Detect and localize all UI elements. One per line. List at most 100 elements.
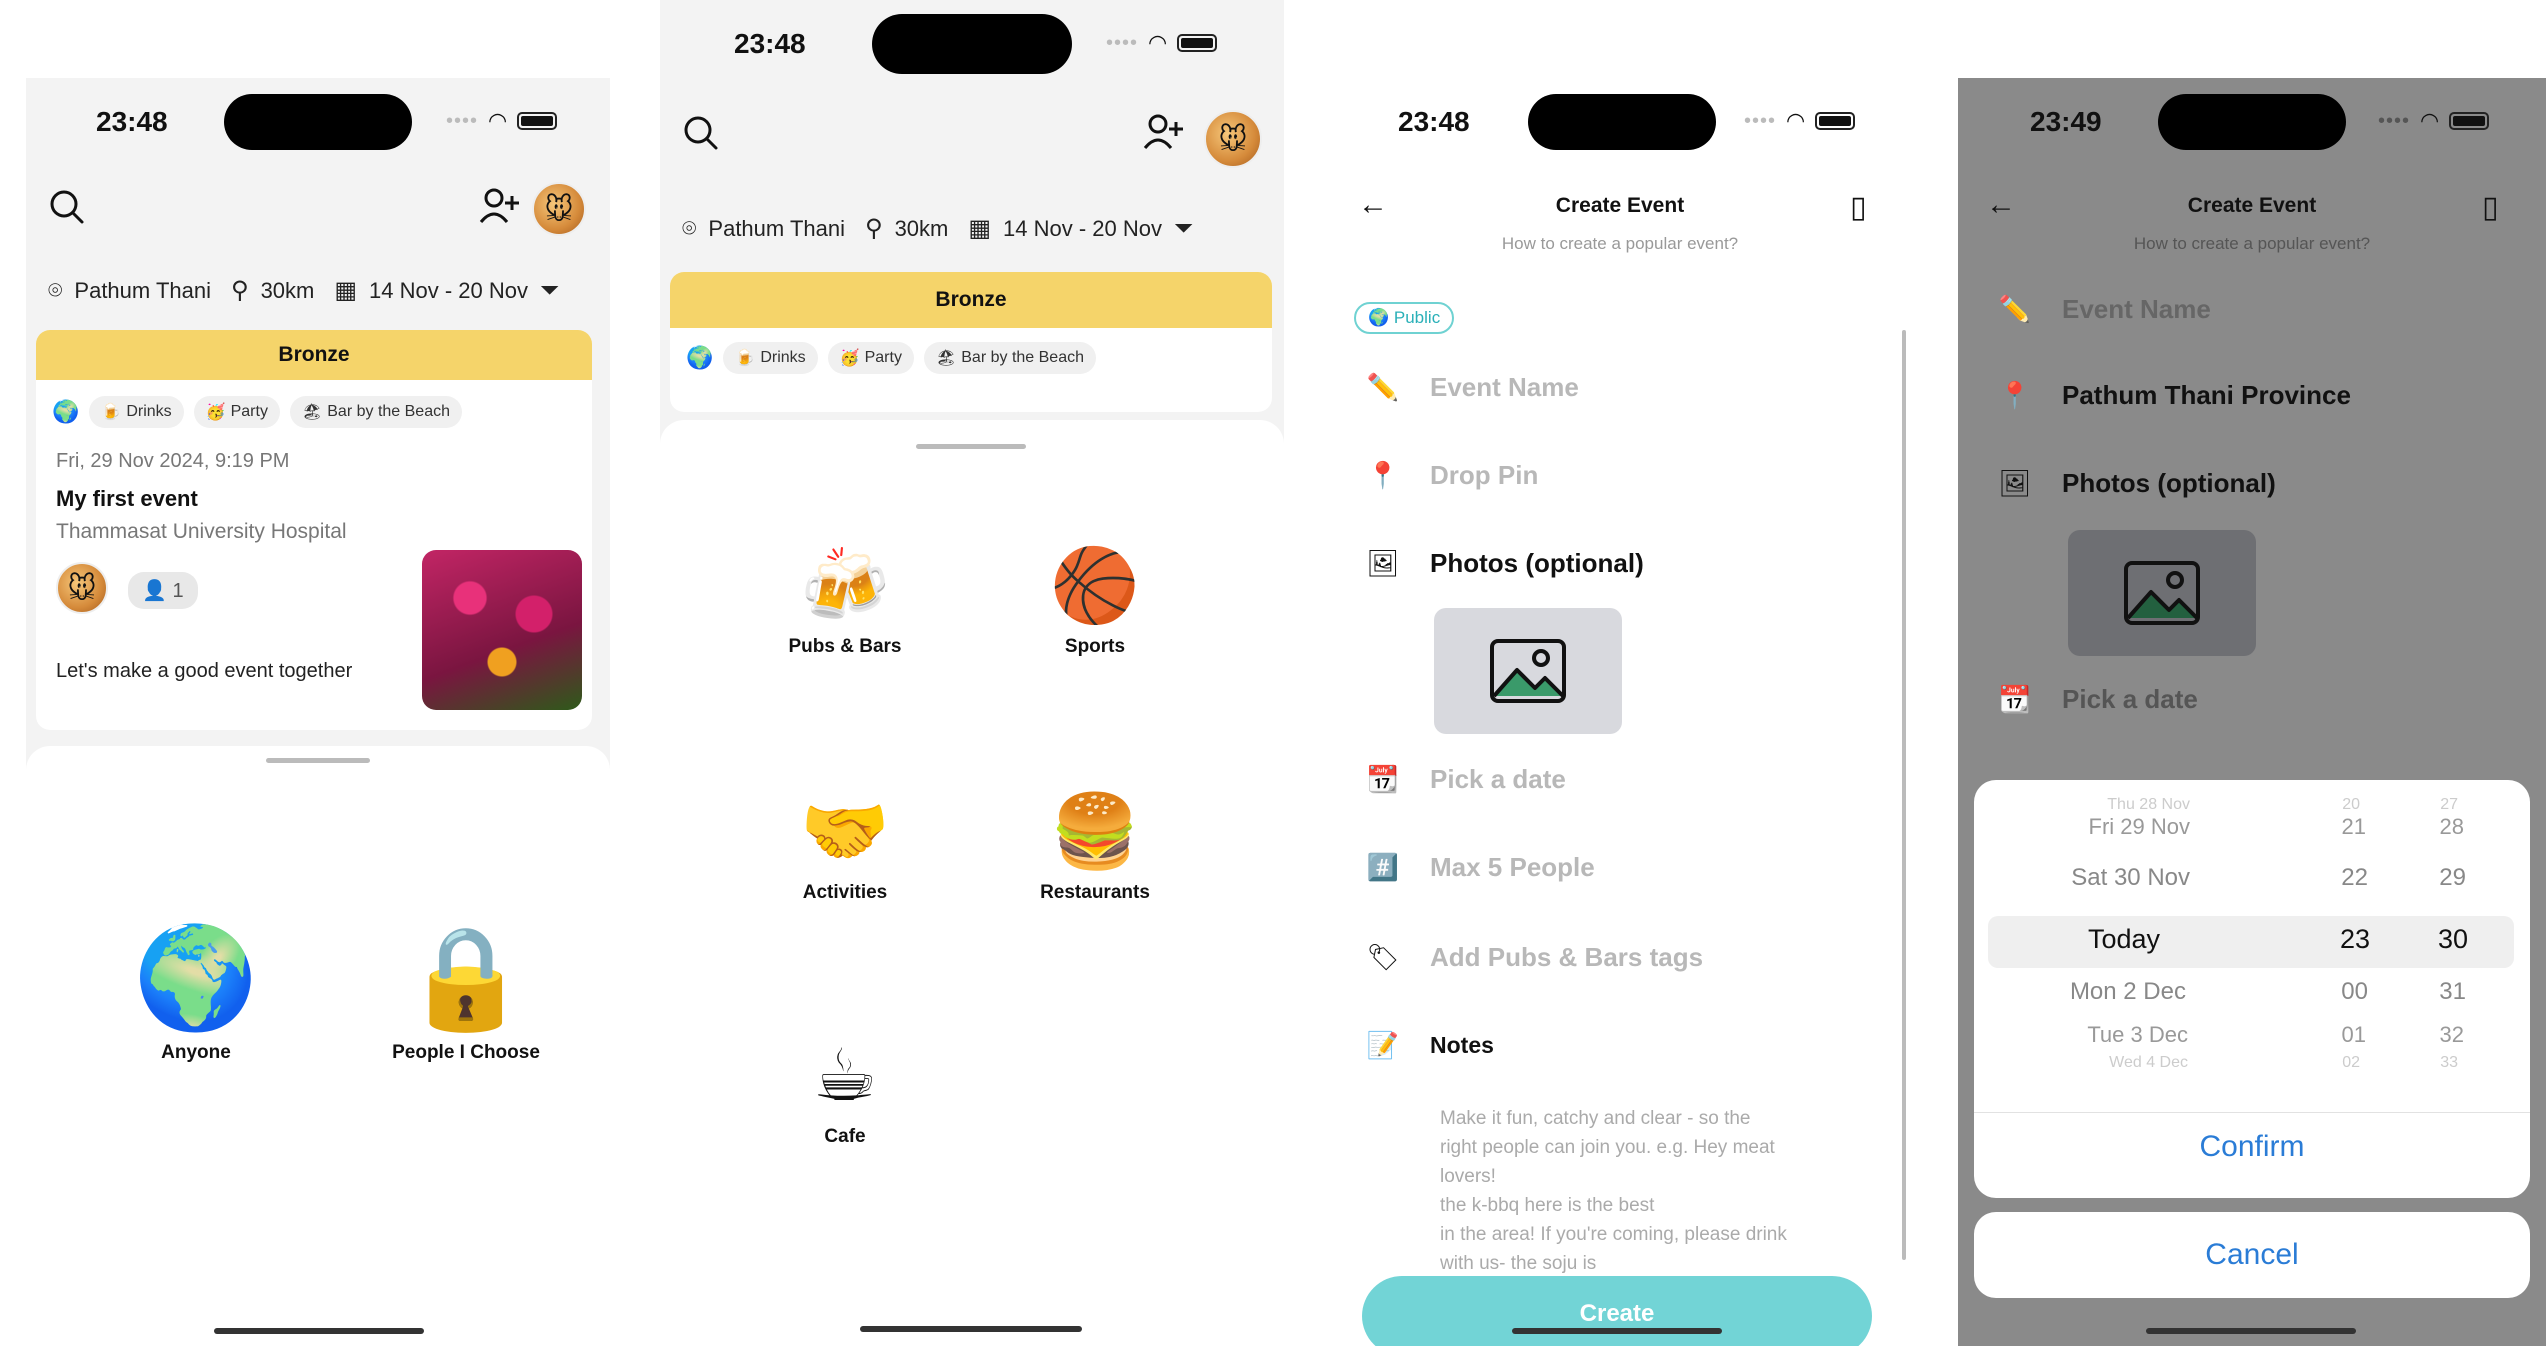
- filter-row: ⌾ Pathum Thani ⚲ 30km ▦ 14 Nov - 20 Nov …: [48, 276, 559, 305]
- max-people-field[interactable]: #️⃣ Max 5 People: [1366, 852, 1595, 883]
- dynamic-island: [2158, 94, 2346, 150]
- confirm-button[interactable]: Confirm: [1974, 1130, 2530, 1164]
- category-pubs-bars[interactable]: 🍻 Pubs & Bars: [770, 550, 920, 658]
- date-range-label[interactable]: 14 Nov - 20 Nov: [369, 278, 528, 304]
- sheet-handle[interactable]: [266, 758, 370, 763]
- category-sports[interactable]: 🏀 Sports: [1020, 550, 1170, 658]
- status-icons: •••• ◠: [2378, 108, 2490, 134]
- wifi-icon: ◠: [2420, 108, 2440, 133]
- picture-icon: 🖼: [1998, 468, 2032, 498]
- filter-row: ⌾ Pathum Thani ⚲ 30km ▦ 14 Nov - 20 Nov …: [682, 214, 1193, 243]
- tag-party[interactable]: 🥳 Party: [193, 396, 280, 428]
- status-icons: •••• ◠: [1106, 30, 1218, 56]
- cafe-icon: ☕: [812, 1036, 878, 1116]
- host-avatar[interactable]: 🐭: [56, 562, 108, 614]
- signal-icon: ••••: [1106, 31, 1139, 54]
- date-range-label[interactable]: 14 Nov - 20 Nov: [1003, 216, 1162, 242]
- date-field[interactable]: 📆 Pick a date: [1998, 684, 2198, 715]
- guide-book-icon[interactable]: ▯: [2482, 190, 2499, 225]
- dynamic-island: [224, 94, 412, 150]
- tag-bar-beach[interactable]: 🏖 Bar by the Beach: [289, 396, 462, 428]
- event-venue: Thammasat University Hospital: [56, 520, 347, 543]
- event-name-field[interactable]: ✏️ Event Name: [1366, 372, 1579, 403]
- activities-icon: 🤝: [800, 792, 890, 872]
- sheet-handle[interactable]: [916, 444, 1026, 449]
- filter-icon[interactable]: ⏷: [1174, 215, 1193, 243]
- search-icon[interactable]: [48, 188, 86, 226]
- notes-input[interactable]: Make it fun, catchy and clear - so the r…: [1440, 1104, 1870, 1278]
- event-datetime: Fri, 29 Nov 2024, 9:19 PM: [56, 450, 290, 472]
- category-restaurants[interactable]: 🍔 Restaurants: [1010, 796, 1180, 904]
- location-field[interactable]: 📍 Pathum Thani Province: [1998, 380, 2351, 411]
- status-time: 23:48: [1398, 106, 1470, 137]
- pencil-icon: ✏️: [1998, 294, 2032, 324]
- create-button[interactable]: Create: [1362, 1276, 1872, 1346]
- signal-icon: ••••: [2378, 109, 2411, 132]
- scrollbar[interactable]: [1902, 330, 1906, 1260]
- wifi-icon: ◠: [488, 108, 508, 133]
- tags-field[interactable]: 🏷 Add Pubs & Bars tags: [1366, 942, 1703, 973]
- drop-pin-field[interactable]: 📍 Drop Pin: [1366, 460, 1539, 491]
- pin-icon: 📍: [1366, 460, 1400, 490]
- avatar[interactable]: 🐭: [1204, 110, 1262, 168]
- tag-drinks[interactable]: 🍺 Drinks: [89, 396, 184, 428]
- category-activities[interactable]: 🤝 Activities: [770, 796, 920, 904]
- pencil-icon: ✏️: [1366, 372, 1400, 402]
- status-icons: •••• ◠: [446, 108, 558, 134]
- distance-label[interactable]: 30km: [895, 216, 949, 242]
- screen-categories: 23:48 •••• ◠ 🐭 ⌾ Pathum Thani ⚲ 30km ▦ 1…: [660, 0, 1284, 1346]
- category-cafe[interactable]: ☕ Cafe: [770, 1040, 920, 1148]
- pin-icon: 📍: [1998, 380, 2032, 410]
- distance-icon: ⚲: [864, 215, 883, 242]
- page-subtitle[interactable]: How to create a popular event?: [1958, 234, 2546, 254]
- globe-icon: 🌍: [686, 345, 714, 370]
- signal-icon: ••••: [1744, 109, 1777, 132]
- visibility-badge[interactable]: 🌍 Public: [1354, 302, 1455, 334]
- filter-icon[interactable]: ⏷: [540, 277, 559, 305]
- lock-icon: 🔒: [403, 922, 529, 1034]
- page-title: Create Event: [2187, 194, 2317, 217]
- photos-field: 🖼 Photos (optional): [1998, 468, 2276, 498]
- home-indicator: [2146, 1328, 2356, 1334]
- page-subtitle[interactable]: How to create a popular event?: [1310, 234, 1930, 254]
- tag-party[interactable]: 🥳 Party: [827, 342, 914, 374]
- dynamic-island: [1528, 94, 1716, 150]
- divider: [1974, 1112, 2530, 1113]
- add-photo-button[interactable]: [2068, 530, 2256, 656]
- image-icon: [2124, 561, 2200, 625]
- calendar-icon: ▦: [968, 215, 992, 242]
- signal-icon: ••••: [446, 109, 479, 132]
- picker-selection-highlight: [1988, 916, 2514, 968]
- globe-icon: 🌍: [133, 922, 259, 1034]
- battery-icon: [2449, 112, 2490, 130]
- location-label[interactable]: Pathum Thani: [708, 216, 845, 242]
- location-pin-icon: ⌾: [682, 214, 697, 242]
- sports-icon: 🏀: [1050, 546, 1140, 626]
- date-field[interactable]: 📆 Pick a date: [1366, 764, 1566, 795]
- event-title: My first event: [56, 486, 198, 511]
- location-label[interactable]: Pathum Thani: [74, 278, 211, 304]
- status-time: 23:49: [2030, 106, 2102, 137]
- option-anyone[interactable]: 🌍 Anyone: [116, 928, 276, 1064]
- cancel-button[interactable]: Cancel: [1974, 1212, 2530, 1298]
- avatar[interactable]: 🐭: [532, 182, 586, 236]
- date-time-picker[interactable]: Thu 28 Nov 20 27 Fri 29 Nov 21 28 Sat 30 Nov…: [1974, 780, 2530, 1198]
- event-name-field[interactable]: ✏️ Event Name: [1998, 294, 2211, 325]
- add-photo-button[interactable]: [1434, 608, 1622, 734]
- tag-bar-beach[interactable]: 🏖 Bar by the Beach: [923, 342, 1096, 374]
- image-icon: [1490, 639, 1566, 703]
- event-description: Let's make a good event together: [56, 660, 353, 682]
- add-friend-icon[interactable]: [478, 186, 520, 226]
- search-icon[interactable]: [682, 114, 720, 152]
- option-people-i-choose[interactable]: 🔒 People I Choose: [366, 928, 566, 1064]
- status-icons: •••• ◠: [1744, 108, 1856, 134]
- wifi-icon: ◠: [1148, 30, 1168, 55]
- tag-drinks[interactable]: 🍺 Drinks: [723, 342, 818, 374]
- distance-label[interactable]: 30km: [261, 278, 315, 304]
- add-friend-icon[interactable]: [1142, 112, 1184, 152]
- tier-badge: Bronze: [36, 330, 592, 380]
- photos-field: 🖼 Photos (optional): [1366, 548, 1644, 578]
- calendar-icon: 📆: [1998, 684, 2032, 714]
- tag-icon: 🏷: [1366, 942, 1400, 972]
- guide-book-icon[interactable]: ▯: [1850, 190, 1867, 225]
